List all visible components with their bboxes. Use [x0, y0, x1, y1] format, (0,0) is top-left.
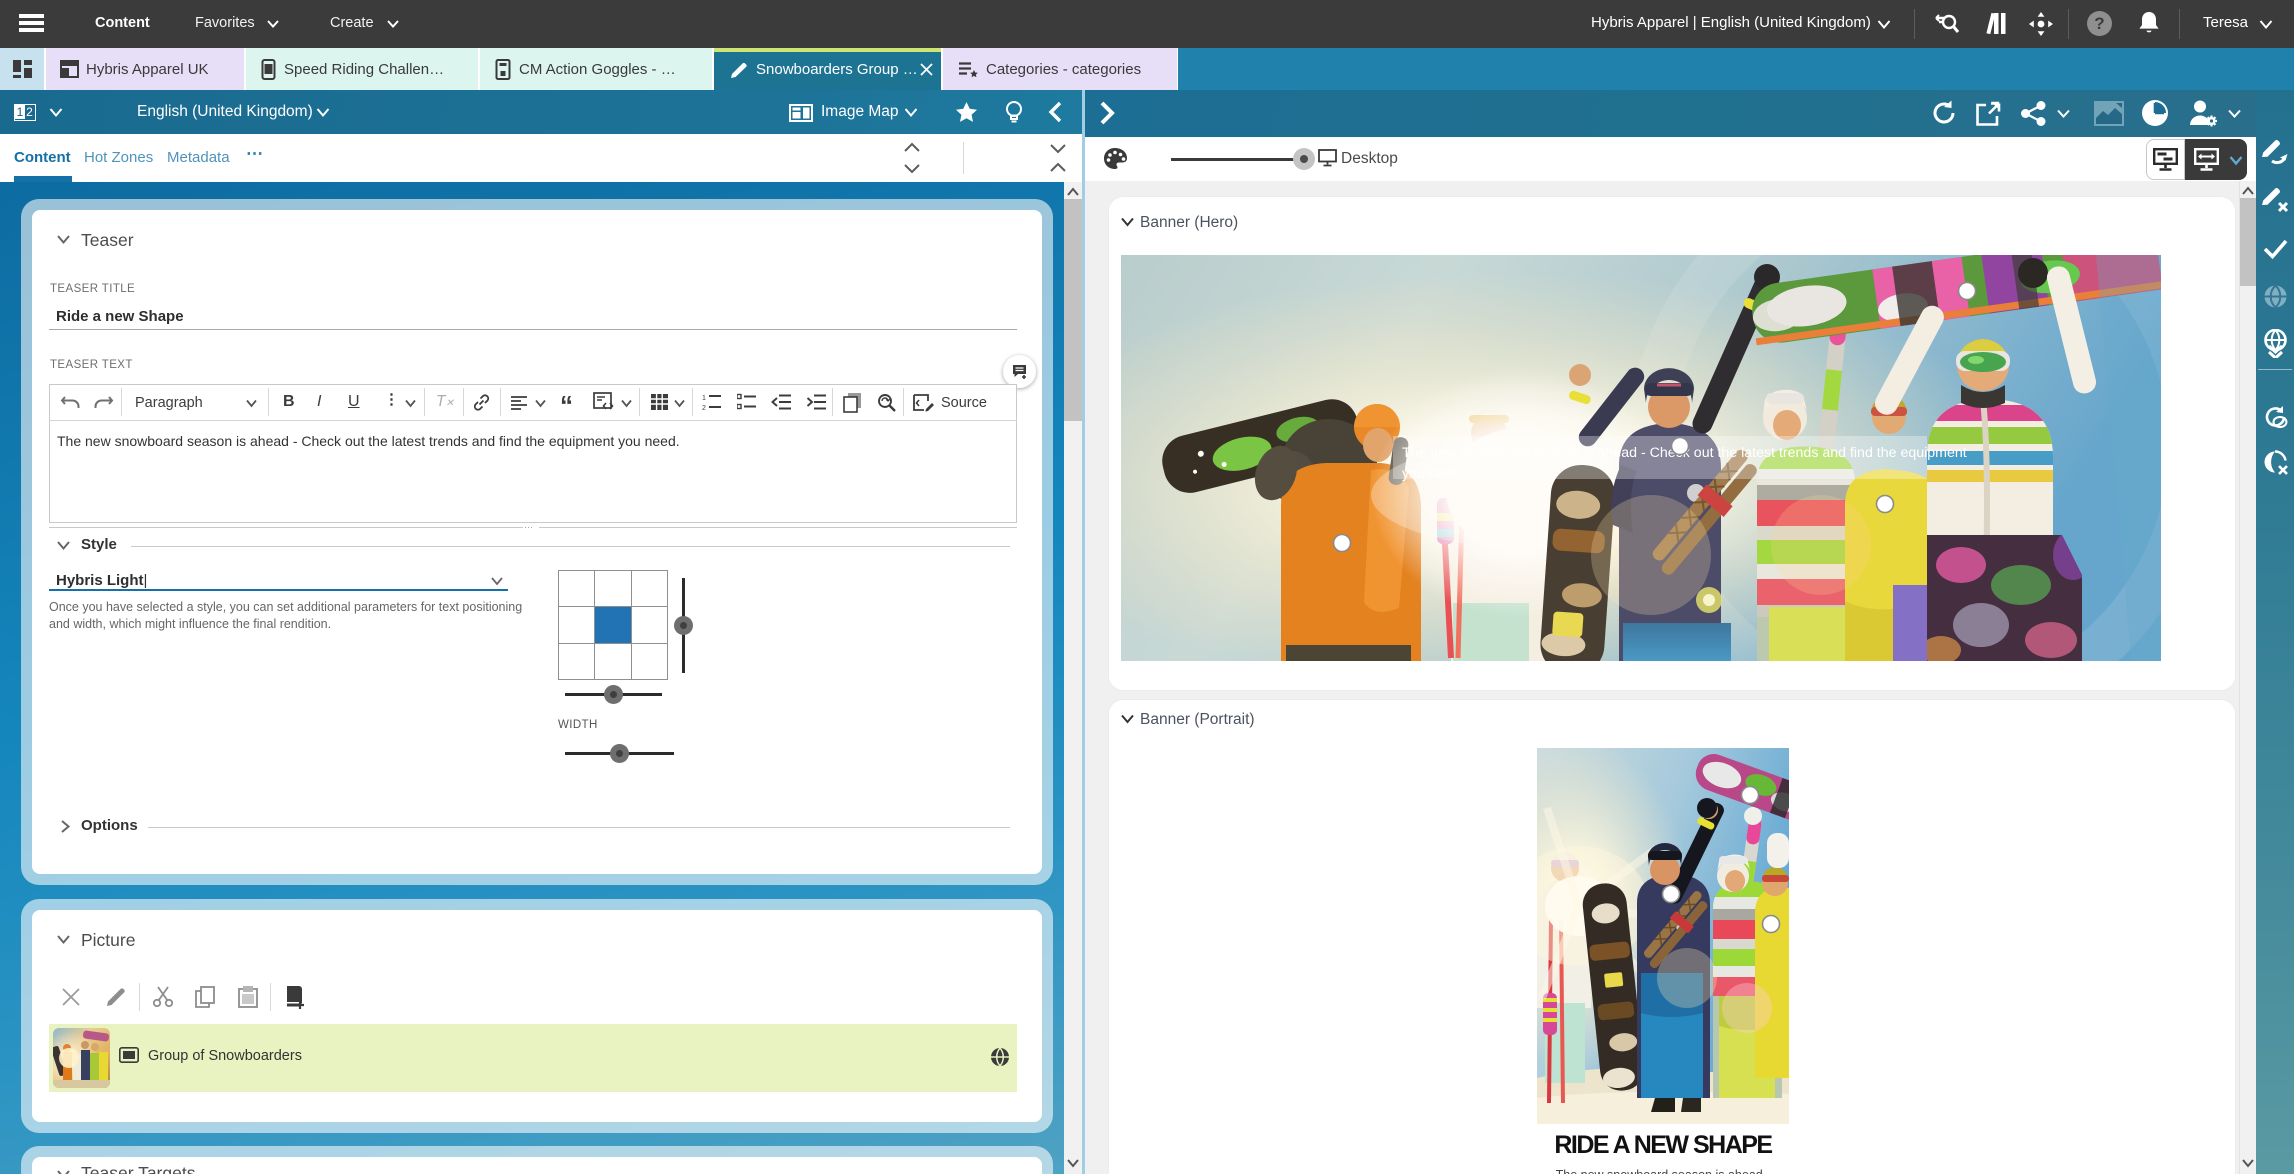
- svg-text:you need.: you need.: [1402, 466, 1464, 482]
- svg-text:2: 2: [702, 405, 706, 411]
- svg-text:1: 1: [702, 395, 706, 402]
